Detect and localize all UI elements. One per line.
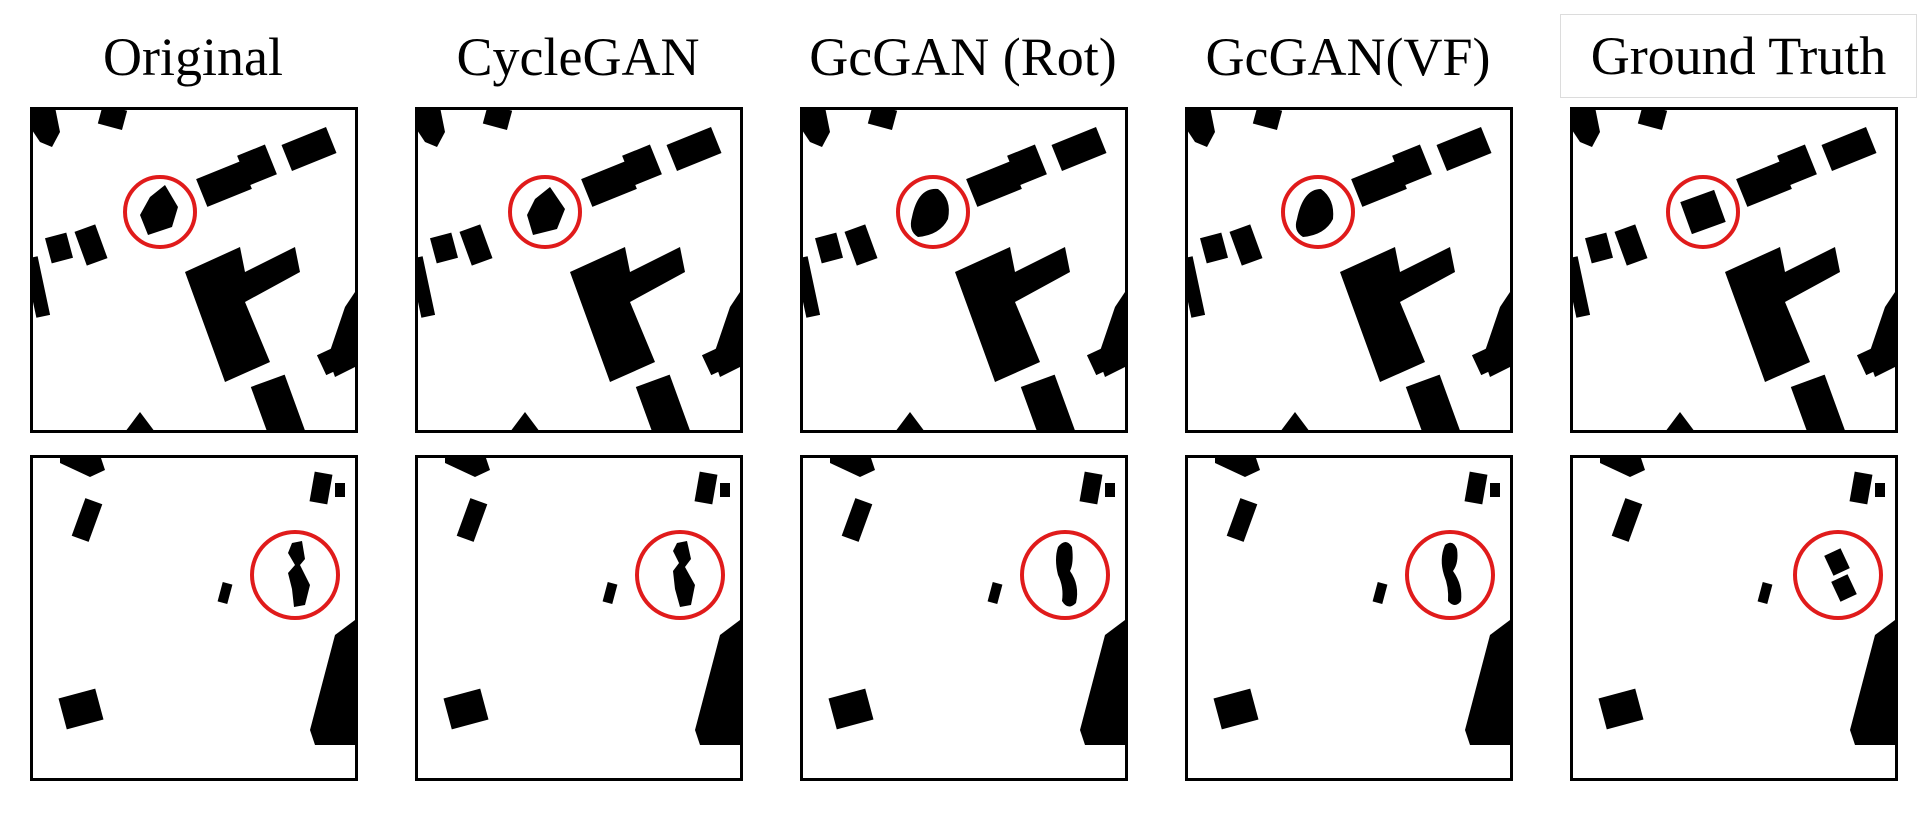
column-title-ground-truth: Ground Truth	[1560, 14, 1917, 98]
column-title-original: Original	[103, 27, 283, 87]
panel-gcgan-rot-row1	[800, 107, 1128, 433]
panel-cyclegan-row2	[415, 455, 743, 781]
column-title-gcgan-rot: GcGAN (Rot)	[809, 27, 1117, 87]
panel-cyclegan-row1	[415, 107, 743, 433]
panel-gcgan-vf-row1	[1185, 107, 1513, 433]
panel-original-row1	[30, 107, 358, 433]
panel-gcgan-vf-row2	[1185, 455, 1513, 781]
panel-ground-truth-row1	[1570, 107, 1898, 433]
panel-original-row2	[30, 455, 358, 781]
column-title-cyclegan: CycleGAN	[456, 27, 700, 87]
column-title-gcgan-vf: GcGAN(VF)	[1205, 27, 1491, 87]
panel-gcgan-rot-row2	[800, 455, 1128, 781]
panel-ground-truth-row2	[1570, 455, 1898, 781]
